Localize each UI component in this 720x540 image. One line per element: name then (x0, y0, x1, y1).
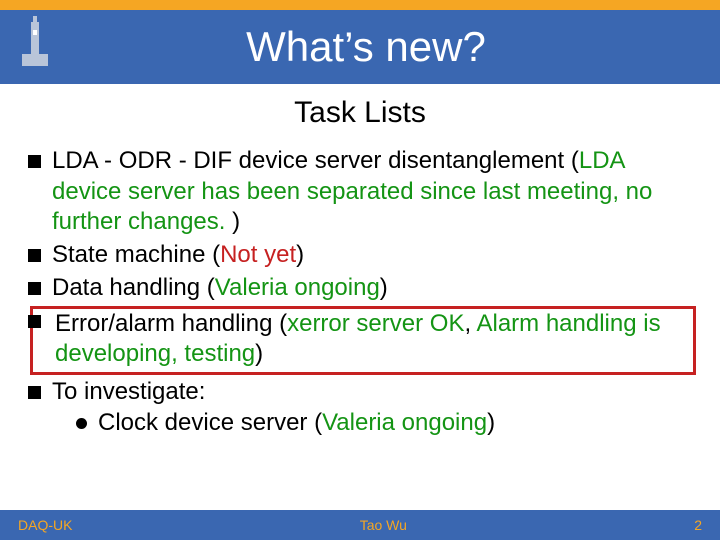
footer-left: DAQ-UK (18, 517, 72, 533)
logo-icon (18, 22, 52, 72)
bullet-ea-ok: xerror server OK (287, 310, 464, 337)
slide-subtitle: Task Lists (0, 96, 720, 130)
sub-clock-status: Valeria ongoing (322, 409, 487, 436)
footer-author: Tao Wu (72, 517, 694, 533)
page-number: 2 (694, 517, 702, 533)
bullet-investigate: To investigate: Clock device server (Val… (28, 377, 692, 438)
bullet-lda-close: ) (225, 208, 240, 235)
sub-clock-text: Clock device server ( (98, 409, 322, 436)
bullet-ea-sep: , (464, 310, 476, 337)
bullet-error-alarm: Error/alarm handling (xerror server OK, … (28, 306, 692, 375)
bullet-data-handling: Data handling (Valeria ongoing) (28, 273, 692, 304)
bullet-ea-text: Error/alarm handling ( (55, 310, 287, 337)
bullet-state-machine: State machine (Not yet) (28, 240, 692, 271)
sub-clock-close: ) (487, 409, 495, 436)
bullet-inv-text: To investigate: (52, 378, 205, 405)
bullet-dh-status: Valeria ongoing (215, 274, 380, 301)
bullet-sm-status: Not yet (220, 241, 296, 268)
bullet-dh-text: Data handling ( (52, 274, 215, 301)
footer: DAQ-UK Tao Wu 2 (0, 510, 720, 540)
bullet-sm-text: State machine ( (52, 241, 220, 268)
header: What’s new? (0, 10, 720, 84)
bullet-lda-text: LDA - ODR - DIF device server disentangl… (52, 147, 579, 174)
accent-bar (0, 0, 720, 10)
content-body: LDA - ODR - DIF device server disentangl… (0, 130, 720, 438)
sub-bullet-clock: Clock device server (Valeria ongoing) (76, 408, 692, 439)
slide-title: What’s new? (52, 23, 720, 71)
bullet-ea-close: ) (255, 340, 263, 367)
bullet-sm-close: ) (296, 241, 304, 268)
bullet-dh-close: ) (380, 274, 388, 301)
highlight-box: Error/alarm handling (xerror server OK, … (30, 306, 696, 375)
bullet-lda: LDA - ODR - DIF device server disentangl… (28, 146, 692, 238)
